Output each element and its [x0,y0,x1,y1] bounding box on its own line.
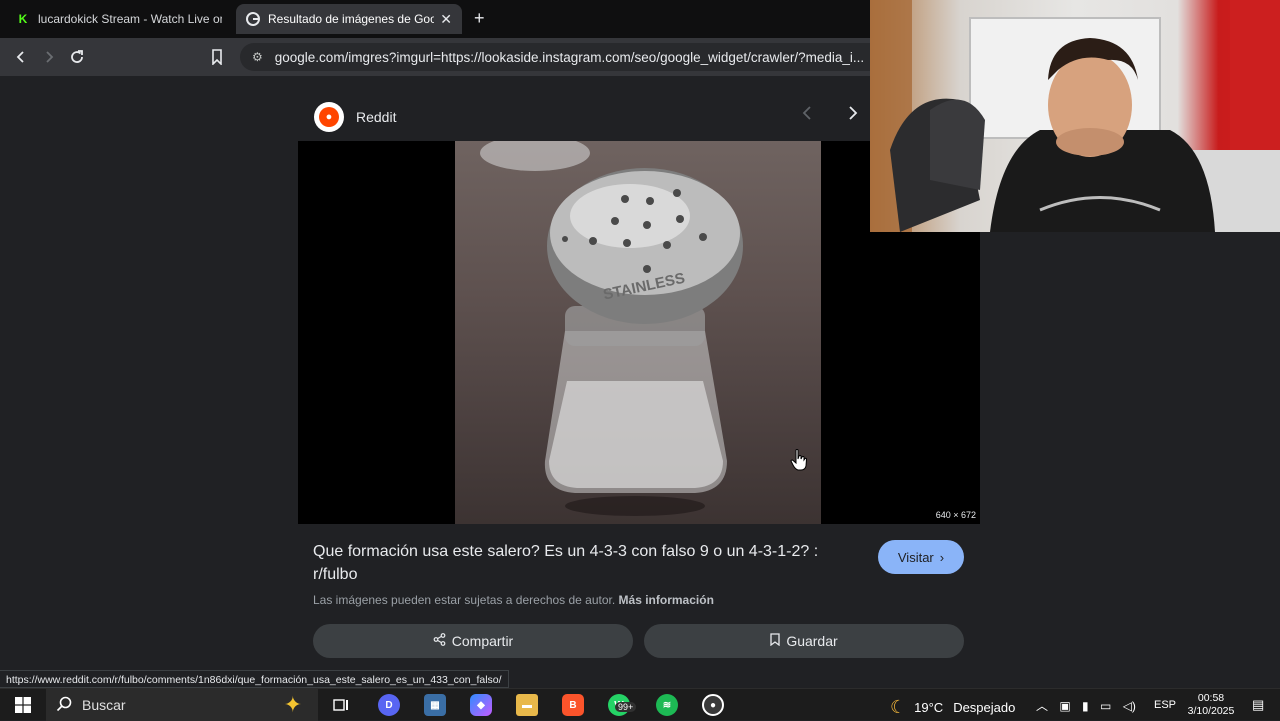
kick-icon: K [18,12,28,26]
search-icon [56,696,72,715]
copyright-notice: Las imágenes pueden estar sujetas a dere… [313,593,714,607]
clock-time: 00:58 [1197,692,1225,704]
network-icon[interactable]: ▭ [1100,699,1111,713]
tab-google-images[interactable]: Resultado de imágenes de Goog ✕ [236,4,462,34]
clock[interactable]: 00:58 3/10/2025 [1184,692,1238,718]
camera-icon[interactable]: ▣ [1059,699,1070,713]
windows-start-icon[interactable] [12,693,34,717]
whatsapp-badge: 99+ [615,702,637,712]
chevron-right-icon: › [939,549,945,565]
brave-browser-icon[interactable]: B [562,694,584,716]
share-button[interactable]: Compartir [313,624,633,658]
share-icon [433,633,446,649]
moon-icon: ☾ [890,697,907,717]
address-bar[interactable]: ⚙ google.com/imgres?imgurl=https://looka… [240,43,870,71]
spotify-icon[interactable]: ≋ [656,694,678,716]
tab-label: lucardokick Stream - Watch Live on K [38,12,222,26]
result-title[interactable]: Que formación usa este salero? Es un 4-3… [313,540,863,586]
back-icon[interactable] [10,46,32,68]
microphone-icon[interactable]: ▮ [1082,699,1089,713]
obs-icon[interactable]: ● [702,694,724,716]
previous-image-icon[interactable] [802,106,812,125]
copyright-text: Las imágenes pueden estar sujetas a dere… [313,593,616,607]
weather-desc: Despejado [953,700,1016,715]
copilot-icon[interactable]: ◆ [470,694,492,716]
reddit-logo-icon: ● [314,102,344,132]
tab-kick-stream[interactable]: K lucardokick Stream - Watch Live on K [6,4,232,34]
next-image-icon[interactable] [848,104,858,125]
language-indicator[interactable]: ESP [1154,699,1176,711]
hand-cursor-icon [790,448,808,477]
source-row[interactable]: ● Reddit [314,102,396,132]
more-info-link[interactable]: Más información [619,593,714,607]
share-label: Compartir [451,633,514,649]
new-tab-button[interactable]: + [474,8,485,29]
taskbar: Buscar ✦ D ▦ ◆ ▬ B W 99+ ≋ ● ☾ 19°C Desp… [0,688,1280,721]
weather-widget[interactable]: ☾ 19°C Despejado [890,697,1015,718]
webcam-overlay [870,0,1280,232]
tab-label: Resultado de imágenes de Goog [268,12,435,26]
url-text: google.com/imgres?imgurl=https://lookasi… [274,49,865,65]
site-info-icon[interactable]: ⚙ [252,50,263,64]
system-tray[interactable]: ︿ ▣ ▮ ▭ ◁) [1036,697,1136,714]
source-name: Reddit [356,109,397,125]
file-explorer-icon[interactable]: ▬ [516,694,538,716]
bookmark-icon[interactable] [206,46,228,68]
search-label: Buscar [82,697,126,713]
notifications-icon[interactable]: ▤ [1252,697,1264,713]
bookmark-icon [770,633,780,649]
google-icon [246,12,260,26]
clock-date: 3/10/2025 [1187,705,1235,717]
save-button[interactable]: Guardar [644,624,964,658]
copilot-sparkle-icon: ✦ [283,692,302,717]
visit-button[interactable]: Visitar › [878,540,964,574]
forward-icon[interactable] [38,46,60,68]
weather-temp: 19°C [914,700,944,715]
visit-label: Visitar [897,549,934,565]
close-tab-icon[interactable]: ✕ [440,11,452,28]
save-label: Guardar [786,633,838,649]
task-view-icon[interactable] [330,693,352,717]
chevron-up-icon[interactable]: ︿ [1036,699,1048,713]
discord-icon[interactable]: D [378,694,400,716]
taskbar-search[interactable]: Buscar ✦ [46,689,318,721]
salt-shaker-image[interactable]: STAINLESS [455,141,821,524]
app-icon[interactable]: ▦ [424,694,446,716]
image-dimensions: 640 × 672 [935,510,976,520]
address-bar-row: ⚙ google.com/imgres?imgurl=https://looka… [0,38,870,76]
reload-icon[interactable] [66,46,88,68]
status-link-preview: https://www.reddit.com/r/fulbo/comments/… [0,670,509,688]
volume-icon[interactable]: ◁) [1123,699,1136,713]
